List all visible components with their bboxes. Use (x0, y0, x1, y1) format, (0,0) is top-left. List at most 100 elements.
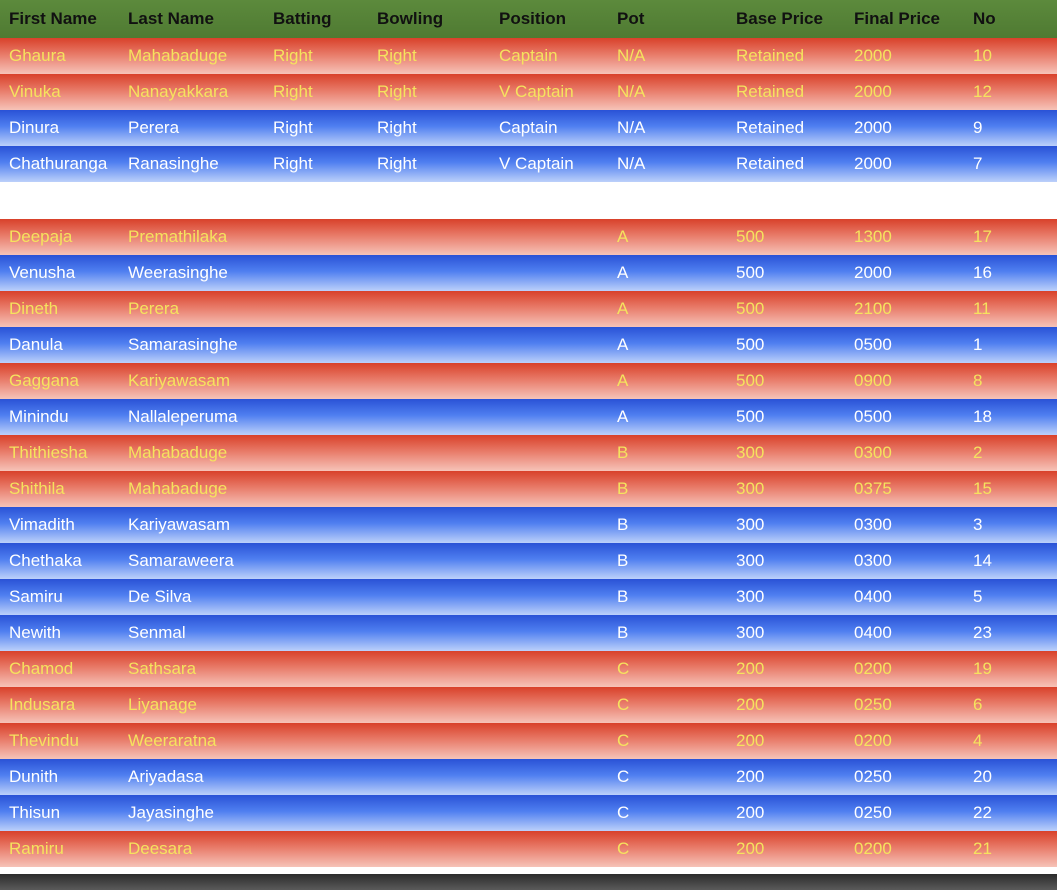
table-row[interactable]: Chathuranga Ranasinghe Right Right V Captain… (0, 146, 1057, 182)
cell-final-price: 0300 (854, 551, 892, 570)
table-row[interactable]: Gaggana Kariyawasam A 500 0900 8 (0, 363, 1057, 399)
cell-last-name: Senmal (128, 623, 186, 642)
auction-players-group: Deepaja Premathilaka A 500 1300 17 Venusha Weer… (0, 219, 1057, 867)
cell-no: 5 (973, 587, 983, 606)
header-position[interactable]: Position (490, 9, 608, 29)
cell-base-price: 500 (736, 335, 765, 354)
table-row[interactable]: Ghaura Mahabaduge Right Right Captain N/A Reta… (0, 38, 1057, 74)
cell-first-name: Ghaura (9, 46, 66, 65)
cell-batting: Right (273, 46, 313, 65)
header-batting[interactable]: Batting (264, 9, 368, 29)
cell-final-price: 0250 (854, 695, 892, 714)
header-row: First Name Last Name Batting Bowling Pos… (0, 0, 1057, 38)
cell-no: 2 (973, 443, 983, 462)
cell-last-name: Perera (128, 118, 180, 137)
cell-position: V Captain (499, 154, 574, 173)
header-base-price[interactable]: Base Price (727, 9, 845, 29)
cell-last-name: Mahabaduge (128, 46, 228, 65)
table-row[interactable]: Deepaja Premathilaka A 500 1300 17 (0, 219, 1057, 255)
cell-final-price: 2000 (854, 154, 892, 173)
cell-last-name: Mahabaduge (128, 479, 228, 498)
cell-pot: N/A (617, 154, 646, 173)
cell-base-price: 200 (736, 659, 765, 678)
header-pot[interactable]: Pot (608, 9, 727, 29)
cell-last-name: Kariyawasam (128, 371, 231, 390)
cell-base-price: Retained (736, 118, 805, 137)
cell-last-name: Samaraweera (128, 551, 234, 570)
cell-no: 19 (973, 659, 992, 678)
cell-pot: C (617, 659, 630, 678)
cell-no: 17 (973, 227, 992, 246)
table-row[interactable]: Venusha Weerasinghe A 500 2000 16 (0, 255, 1057, 291)
cell-no: 20 (973, 767, 992, 786)
table-row[interactable]: Dineth Perera A 500 2100 11 (0, 291, 1057, 327)
cell-pot: C (617, 803, 630, 822)
cell-no: 15 (973, 479, 992, 498)
table-row[interactable]: Newith Senmal B 300 0400 23 (0, 615, 1057, 651)
cell-no: 11 (973, 299, 991, 318)
cell-last-name: Jayasinghe (128, 803, 215, 822)
cell-pot: C (617, 731, 630, 750)
cell-final-price: 2100 (854, 299, 892, 318)
table-row[interactable]: Vinuka Nanayakkara Right Right V Captain N/A R… (0, 74, 1057, 110)
table-row[interactable]: Indusara Liyanage C 200 0250 6 (0, 687, 1057, 723)
cell-final-price: 0300 (854, 443, 892, 462)
cell-pot: B (617, 515, 629, 534)
table-row[interactable]: Thevindu Weeraratna C 200 0200 4 (0, 723, 1057, 759)
cell-first-name: Minindu (9, 407, 69, 426)
cell-base-price: 200 (736, 695, 765, 714)
header-first-name[interactable]: First Name (0, 9, 119, 29)
cell-first-name: Dunith (9, 767, 59, 786)
cell-final-price: 0375 (854, 479, 892, 498)
table-row[interactable]: Thisun Jayasinghe C 200 0250 22 (0, 795, 1057, 831)
cell-base-price: 300 (736, 515, 765, 534)
cell-final-price: 0200 (854, 731, 892, 750)
cell-first-name: Samiru (9, 587, 63, 606)
cell-pot: B (617, 479, 629, 498)
cell-first-name: Ramiru (9, 839, 64, 858)
cell-no: 4 (973, 731, 983, 750)
table-row[interactable]: Dinura Perera Right Right Captain N/A Retained… (0, 110, 1057, 146)
cell-first-name: Newith (9, 623, 61, 642)
table-row[interactable]: Chethaka Samaraweera B 300 0300 14 (0, 543, 1057, 579)
cell-first-name: Thisun (9, 803, 61, 822)
cell-last-name: Mahabaduge (128, 443, 228, 462)
cell-final-price: 0500 (854, 335, 892, 354)
table-row[interactable]: Samiru De Silva B 300 0400 5 (0, 579, 1057, 615)
table-row[interactable]: Danula Samarasinghe A 500 0500 1 (0, 327, 1057, 363)
cell-position: Captain (499, 118, 558, 137)
table-row[interactable]: Chamod Sathsara C 200 0200 19 (0, 651, 1057, 687)
cell-no: 9 (973, 118, 983, 137)
table-row[interactable]: Ramiru Deesara C 200 0200 21 (0, 831, 1057, 867)
header-no[interactable]: No (964, 9, 1057, 29)
cell-base-price: 200 (736, 839, 765, 858)
cell-first-name: Dinura (9, 118, 60, 137)
cell-last-name: Kariyawasam (128, 515, 231, 534)
cell-no: 10 (973, 46, 992, 65)
table-row[interactable]: Minindu Nallaleperuma A 500 0500 18 (0, 399, 1057, 435)
cell-base-price: 300 (736, 623, 765, 642)
cell-batting: Right (273, 118, 313, 137)
cell-pot: A (617, 263, 629, 282)
cell-last-name: Samarasinghe (128, 335, 238, 354)
cell-no: 1 (973, 335, 983, 354)
cell-last-name: Nallaleperuma (128, 407, 238, 426)
cell-pot: C (617, 695, 630, 714)
table-row[interactable]: Thithiesha Mahabaduge B 300 0300 2 (0, 435, 1057, 471)
cell-base-price: 200 (736, 767, 765, 786)
cell-final-price: 2000 (854, 82, 892, 101)
cell-final-price: 0200 (854, 839, 892, 858)
cell-pot: B (617, 443, 629, 462)
table-row[interactable]: Dunith Ariyadasa C 200 0250 20 (0, 759, 1057, 795)
cell-no: 8 (973, 371, 983, 390)
header-final-price[interactable]: Final Price (845, 9, 964, 29)
cell-pot: C (617, 767, 630, 786)
footer-bar (0, 874, 1057, 890)
cell-final-price: 0300 (854, 515, 892, 534)
header-last-name[interactable]: Last Name (119, 9, 264, 29)
table-row[interactable]: Vimadith Kariyawasam B 300 0300 3 (0, 507, 1057, 543)
cell-first-name: Chethaka (9, 551, 82, 570)
cell-last-name: Ranasinghe (128, 154, 219, 173)
table-row[interactable]: Shithila Mahabaduge B 300 0375 15 (0, 471, 1057, 507)
header-bowling[interactable]: Bowling (368, 9, 490, 29)
